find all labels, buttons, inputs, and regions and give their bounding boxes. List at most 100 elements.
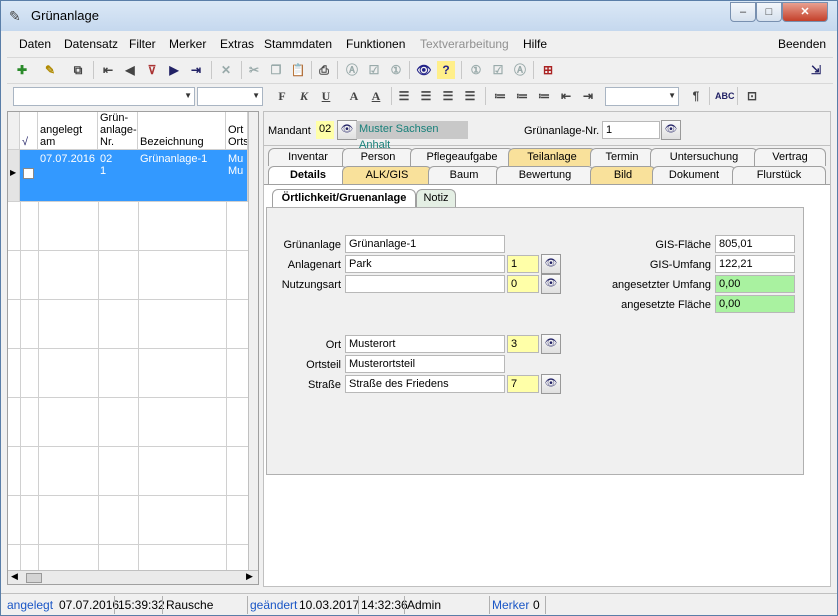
paste-icon[interactable]: 📋 — [289, 61, 307, 79]
menu-textverarbeitung[interactable]: Textverarbeitung — [420, 37, 509, 51]
copy-record-icon[interactable]: ⧉ — [69, 61, 87, 79]
filter-icon[interactable]: ⊽ — [143, 61, 161, 79]
table-row[interactable]: 07.07.2016 02 1 Grünanlage-1 Mu Mu — [20, 150, 248, 202]
anlagenart-field[interactable]: Park — [345, 255, 505, 273]
check-icon[interactable]: ☑ — [489, 61, 507, 79]
print-icon[interactable]: ⎙ — [315, 61, 333, 79]
align-right-icon[interactable]: ☰ — [439, 87, 457, 105]
column-header-angelegt[interactable]: angelegt am — [38, 112, 98, 150]
justify-icon[interactable]: ☰ — [461, 87, 479, 105]
menu-extras[interactable]: Extras — [220, 37, 254, 51]
prev-record-icon[interactable]: ◀ — [121, 61, 139, 79]
underline-button[interactable]: U — [317, 87, 335, 105]
menu-stammdaten[interactable]: Stammdaten — [264, 37, 332, 51]
tab-teilanlage[interactable]: Teilanlage — [508, 148, 596, 166]
menu-funktionen[interactable]: Funktionen — [346, 37, 405, 51]
dash-list-icon[interactable]: ≔ — [535, 87, 553, 105]
paragraph-button[interactable]: ¶ — [687, 87, 705, 105]
nutzungsart-code-field[interactable]: 0 — [507, 275, 539, 293]
minimize-button[interactable]: – — [730, 2, 756, 22]
tab-bewertung[interactable]: Bewertung — [496, 166, 594, 184]
cut-icon[interactable]: ✂ — [245, 61, 263, 79]
tab-dokument[interactable]: Dokument — [652, 166, 736, 184]
bold-button[interactable]: F — [273, 87, 291, 105]
font-button[interactable]: A — [345, 87, 363, 105]
tab-person[interactable]: Person — [342, 148, 414, 166]
ort-field[interactable]: Musterort — [345, 335, 505, 353]
tab-pflegeaufgabe[interactable]: Pflegeaufgabe — [410, 148, 514, 166]
tab-details[interactable]: Details — [268, 166, 348, 184]
mandant-nr-field[interactable]: 02 — [316, 121, 334, 139]
maximize-button[interactable]: □ — [756, 2, 782, 22]
scroll-left-icon[interactable]: ◀ — [11, 571, 18, 582]
scroll-right-icon[interactable]: ▶ — [246, 571, 253, 582]
gruenanlage-nr-field[interactable]: 1 — [602, 121, 660, 139]
tab-bild[interactable]: Bild — [590, 166, 656, 184]
nr-search-binoculars-icon[interactable]: 👁 — [661, 120, 681, 140]
menu-beenden[interactable]: Beenden — [778, 37, 826, 51]
align-left-icon[interactable]: ☰ — [395, 87, 413, 105]
tab-flurstueck[interactable]: Flurstück — [732, 166, 826, 184]
column-header-nr[interactable]: Grün-anlage-Nr. — [98, 112, 138, 150]
menu-datensatz[interactable]: Datensatz — [64, 37, 118, 51]
ortsteil-field[interactable]: Musterortsteil — [345, 355, 505, 373]
delete-icon[interactable]: ✕ — [217, 61, 235, 79]
strasse-field[interactable]: Straße des Friedens — [345, 375, 505, 393]
ort-code-field[interactable]: 3 — [507, 335, 539, 353]
stamp-icon[interactable]: ⊞ — [539, 61, 557, 79]
number-one-icon[interactable]: ① — [387, 61, 405, 79]
strasse-code-field[interactable]: 7 — [507, 375, 539, 393]
italic-button[interactable]: K — [295, 87, 313, 105]
binoculars-icon[interactable]: 👁 — [415, 61, 433, 79]
strasse-binoculars-icon[interactable]: 👁 — [541, 374, 561, 394]
text-a-icon[interactable]: Ⓐ — [511, 61, 529, 79]
anlagenart-code-field[interactable]: 1 — [507, 255, 539, 273]
font-size-combo[interactable]: ▼ — [197, 87, 263, 106]
number-one-icon[interactable]: ① — [467, 61, 485, 79]
angesetzter-umfang-field[interactable]: 0,00 — [715, 275, 795, 293]
tab-untersuchung[interactable]: Untersuchung — [650, 148, 758, 166]
align-center-icon[interactable]: ☰ — [417, 87, 435, 105]
angesetzte-flaeche-field[interactable]: 0,00 — [715, 295, 795, 313]
mandant-search-binoculars-icon[interactable]: 👁 — [337, 120, 357, 140]
anlagenart-binoculars-icon[interactable]: 👁 — [541, 254, 561, 274]
font-color-button[interactable]: A — [367, 87, 385, 105]
next-record-icon[interactable]: ▶ — [165, 61, 183, 79]
page-layout-icon[interactable]: ⊡ — [743, 87, 761, 105]
menu-daten[interactable]: Daten — [19, 37, 51, 51]
column-header-ort[interactable]: Ort Orts — [226, 112, 248, 150]
first-record-icon[interactable]: ⇤ — [99, 61, 117, 79]
gis-umfang-field[interactable]: 122,21 — [715, 255, 795, 273]
menu-merker[interactable]: Merker — [169, 37, 206, 51]
new-record-icon[interactable]: ✚ — [13, 61, 31, 79]
tab-alk-gis[interactable]: ALK/GIS — [342, 166, 432, 184]
scrollbar-thumb[interactable] — [26, 573, 42, 583]
subtab-notiz[interactable]: Notiz — [416, 189, 456, 207]
edit-icon[interactable]: ✎ — [41, 61, 59, 79]
row-checkbox[interactable] — [23, 168, 34, 179]
numbered-list-icon[interactable]: ≔ — [491, 87, 509, 105]
font-name-combo[interactable]: ▼ — [13, 87, 195, 106]
close-button[interactable]: ✕ — [782, 2, 828, 22]
menu-hilfe[interactable]: Hilfe — [523, 37, 547, 51]
tab-vertrag[interactable]: Vertrag — [754, 148, 826, 166]
column-header-check[interactable]: √ — [20, 112, 38, 150]
style-combo[interactable]: ▼ — [605, 87, 679, 106]
indent-icon[interactable]: ⇥ — [579, 87, 597, 105]
help-icon[interactable]: ? — [437, 61, 455, 79]
tab-inventar[interactable]: Inventar — [268, 148, 348, 166]
horizontal-scrollbar[interactable]: ◀ ▶ — [8, 570, 258, 584]
exit-door-icon[interactable]: ⇲ — [807, 61, 825, 79]
ort-binoculars-icon[interactable]: 👁 — [541, 334, 561, 354]
menu-filter[interactable]: Filter — [129, 37, 156, 51]
subtab-oertlichkeit[interactable]: Örtlichkeit/Gruenanlage — [272, 189, 416, 207]
bullet-list-icon[interactable]: ≔ — [513, 87, 531, 105]
tab-baum[interactable]: Baum — [428, 166, 500, 184]
gruenanlage-field[interactable]: Grünanlage-1 — [345, 235, 505, 253]
last-record-icon[interactable]: ⇥ — [187, 61, 205, 79]
nutzungsart-binoculars-icon[interactable]: 👁 — [541, 274, 561, 294]
outdent-icon[interactable]: ⇤ — [557, 87, 575, 105]
gis-flaeche-field[interactable]: 805,01 — [715, 235, 795, 253]
record-grid[interactable]: √ angelegt am Grün-anlage-Nr. Bezeichnun… — [7, 111, 259, 585]
check-icon[interactable]: ☑ — [365, 61, 383, 79]
